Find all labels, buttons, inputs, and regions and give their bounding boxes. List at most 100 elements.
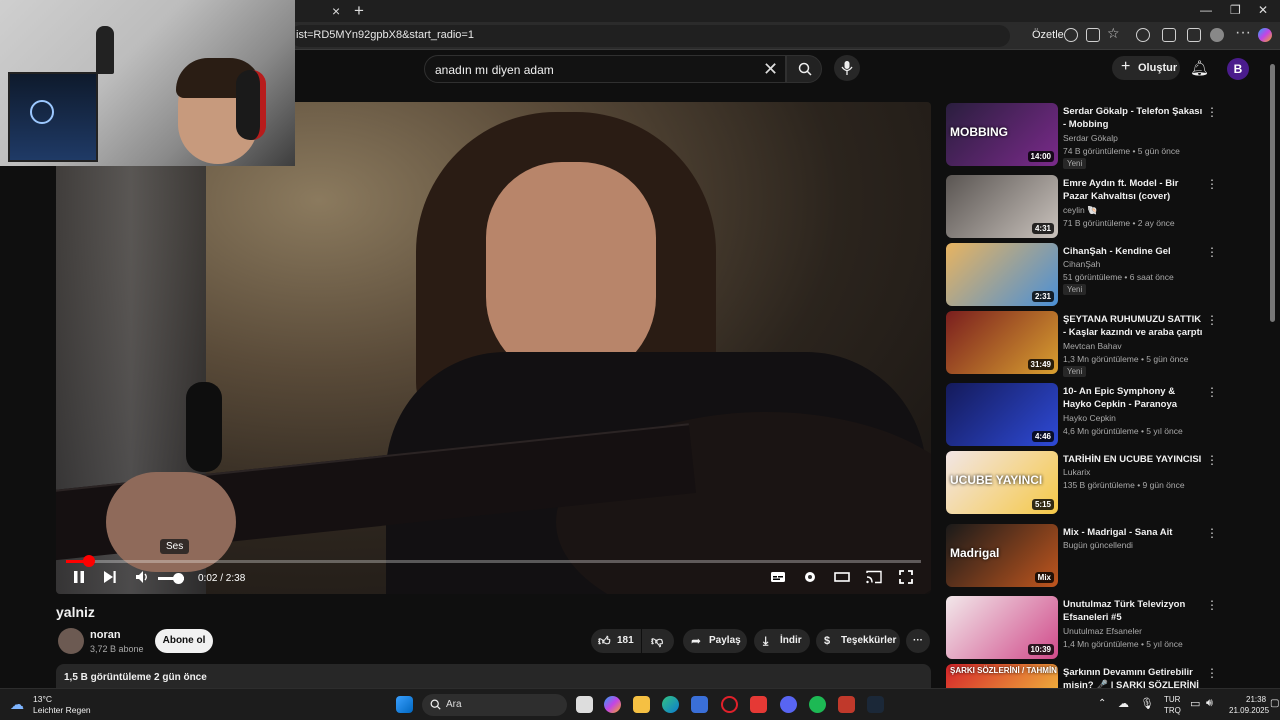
clock-date[interactable]: 21.09.2025 xyxy=(1229,706,1269,715)
more-options-icon[interactable]: ⋮ xyxy=(1206,526,1218,540)
account-avatar[interactable]: B xyxy=(1227,58,1249,80)
progress-scrubber[interactable] xyxy=(83,555,96,567)
copilot-taskbar-icon[interactable] xyxy=(604,696,621,713)
maximize-icon[interactable]: ❐ xyxy=(1230,3,1241,17)
opera-icon[interactable] xyxy=(721,696,738,713)
clear-search-icon[interactable]: ✕ xyxy=(763,59,778,80)
fullscreen-button[interactable] xyxy=(899,570,913,587)
more-options-icon[interactable]: ⋮ xyxy=(1206,385,1218,399)
recommendation-channel[interactable]: Mevtcan Bahav xyxy=(1063,341,1122,351)
tab-close-button[interactable]: × xyxy=(332,3,340,19)
spotify-icon[interactable] xyxy=(809,696,826,713)
thanks-button[interactable]: $ Teşekkürler xyxy=(816,629,900,653)
copilot-sidebar-icon[interactable] xyxy=(1258,28,1272,42)
file-explorer-icon[interactable] xyxy=(633,696,650,713)
voice-search-button[interactable] xyxy=(834,55,860,81)
more-options-icon[interactable]: ⋮ xyxy=(1206,453,1218,467)
theater-mode-button[interactable] xyxy=(834,570,850,587)
apps-icon[interactable] xyxy=(1086,28,1100,42)
clock-time[interactable]: 21:38 xyxy=(1246,695,1266,704)
recommendation-item[interactable]: 2:31 CihanŞah - Kendine Gel CihanŞah 51 gör… xyxy=(946,243,1226,309)
share-button[interactable]: ➦ Paylaş xyxy=(683,629,747,653)
recommendation-channel[interactable]: ceylin 🐚 xyxy=(1063,205,1098,216)
recommendation-channel[interactable]: CihanŞah xyxy=(1063,259,1100,269)
more-options-icon[interactable]: ⋮ xyxy=(1206,177,1218,191)
recommendation-thumbnail[interactable]: 31:49 xyxy=(946,311,1058,374)
mute-button[interactable] xyxy=(135,570,150,587)
channel-name[interactable]: noran xyxy=(90,629,121,641)
favorite-star-icon[interactable]: ☆ xyxy=(1107,25,1121,41)
steam-icon[interactable] xyxy=(867,696,884,713)
recommendation-channel[interactable]: Hayko Cepkin xyxy=(1063,413,1116,423)
dislike-button[interactable]: 👎︎ xyxy=(642,629,674,653)
recommendation-thumbnail[interactable]: 4:31 xyxy=(946,175,1058,238)
mic-tray-icon[interactable]: 🎙︎ xyxy=(1140,697,1154,710)
extensions-icon[interactable] xyxy=(1136,28,1150,42)
scrollbar-thumb[interactable] xyxy=(1270,64,1275,322)
more-options-icon[interactable]: ⋮ xyxy=(1206,313,1218,327)
edge-browser-icon[interactable] xyxy=(662,696,679,713)
video-player[interactable]: 0:02 / 2:38 Ses xyxy=(56,102,931,594)
network-icon[interactable]: ▭ xyxy=(1190,697,1200,710)
channel-avatar[interactable] xyxy=(58,628,84,654)
recommendation-item[interactable]: MOBBING 14:00 Serdar Gökalp - Telefon Şaka… xyxy=(946,103,1226,169)
download-button[interactable]: ⤓ İndir xyxy=(754,629,810,653)
search-input[interactable]: anadın mı diyen adam ✕ xyxy=(424,55,786,83)
progress-bar[interactable] xyxy=(66,555,921,567)
discord-icon[interactable] xyxy=(780,696,797,713)
keyboard-layout[interactable]: TRQ xyxy=(1164,706,1181,715)
more-options-icon[interactable]: ⋮ xyxy=(1206,245,1218,259)
recommendation-item[interactable]: UCUBE YAYINCI 5:15 TARİHİN EN UCUBE YAYINC… xyxy=(946,451,1226,517)
more-actions-button[interactable]: ··· xyxy=(906,629,930,653)
description-box[interactable]: 1,5 B görüntüleme 2 gün önce xyxy=(56,664,931,688)
recommendation-channel[interactable]: Unutulmaz Efsaneler xyxy=(1063,626,1142,636)
summarize-button[interactable]: Özetle xyxy=(1032,29,1064,41)
tray-expand-icon[interactable]: ⌃ xyxy=(1098,698,1106,709)
next-button[interactable] xyxy=(103,570,117,587)
recommendation-thumbnail[interactable]: UCUBE YAYINCI 5:15 xyxy=(946,451,1058,514)
favorites-icon[interactable] xyxy=(1187,28,1201,42)
search-button[interactable] xyxy=(786,55,822,83)
more-options-icon[interactable]: ⋮ xyxy=(1206,666,1218,680)
windows-start-icon[interactable] xyxy=(396,696,413,713)
url-field[interactable]: ist=RD5MYn92gpbX8&start_radio=1 xyxy=(290,25,1010,47)
store-icon[interactable] xyxy=(691,696,708,713)
recommendation-thumbnail[interactable]: Madrigal Mix xyxy=(946,524,1058,587)
notification-center-icon[interactable]: ▢ xyxy=(1270,698,1279,709)
voice-app-icon[interactable] xyxy=(838,696,855,713)
recommendation-item[interactable]: 10:39 Unutulmaz Türk Televizyon Efsaneler… xyxy=(946,596,1226,662)
taskbar-search[interactable]: Ara xyxy=(422,694,567,716)
recommendation-channel[interactable]: Serdar Gökalp xyxy=(1063,133,1118,143)
recommendation-channel[interactable]: Lukarix xyxy=(1063,467,1090,477)
settings-button[interactable] xyxy=(803,570,817,587)
task-view-icon[interactable] xyxy=(576,696,593,713)
recommendation-thumbnail[interactable]: 10:39 xyxy=(946,596,1058,659)
recommendation-thumbnail[interactable]: 4:46 xyxy=(946,383,1058,446)
split-screen-icon[interactable] xyxy=(1162,28,1176,42)
speaker-icon[interactable]: 🔊︎ xyxy=(1206,697,1213,710)
recommendation-item[interactable]: 4:31 Emre Aydın ft. Model - Bir Pazar Kah… xyxy=(946,175,1226,241)
recommendation-thumbnail[interactable]: ŞARKI SÖZLERİNİ / TAHMİN ET xyxy=(946,664,1058,688)
notifications-bell-icon[interactable]: 🔔︎ xyxy=(1190,59,1209,77)
more-menu-icon[interactable]: ··· xyxy=(1235,24,1251,41)
copilot-icon[interactable] xyxy=(1064,28,1078,42)
recommendation-item[interactable]: 4:46 10- An Epic Symphony & Hayko Cepkin … xyxy=(946,383,1226,449)
language-code[interactable]: TUR xyxy=(1164,695,1180,704)
subscribe-button[interactable]: Abone ol xyxy=(155,629,213,653)
app-red-icon[interactable] xyxy=(750,696,767,713)
pause-button[interactable] xyxy=(72,570,86,587)
volume-knob[interactable] xyxy=(172,573,184,584)
recommendation-item[interactable]: 31:49 ŞEYTANA RUHUMUZU SATTIK - Kaşlar ka… xyxy=(946,311,1226,377)
recommendation-thumbnail[interactable]: 2:31 xyxy=(946,243,1058,306)
cloud-icon[interactable]: ☁ xyxy=(1118,697,1129,710)
recommendation-item[interactable]: Madrigal Mix Mix - Madrigal - Sana Ait Bugü… xyxy=(946,524,1226,590)
create-button[interactable]: + Oluştur xyxy=(1112,56,1180,80)
close-window-icon[interactable]: ✕ xyxy=(1258,3,1268,17)
new-tab-button[interactable]: + xyxy=(354,1,364,21)
recommendation-channel[interactable]: Bugün güncellendi xyxy=(1063,540,1133,550)
subtitles-button[interactable] xyxy=(770,570,786,587)
profile-icon[interactable] xyxy=(1210,28,1224,42)
like-button[interactable]: 👍︎ 181 xyxy=(591,629,641,653)
minimize-icon[interactable]: — xyxy=(1200,3,1212,17)
more-options-icon[interactable]: ⋮ xyxy=(1206,105,1218,119)
